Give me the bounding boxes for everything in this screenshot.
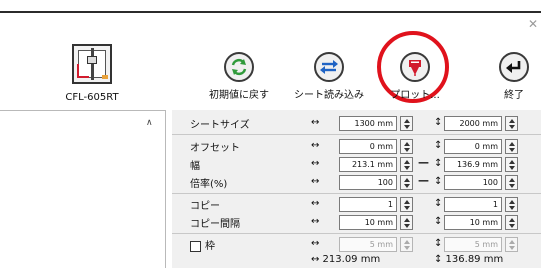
copy-spacing-x-input[interactable]: 10 mm — [339, 215, 397, 230]
copy-y-input[interactable]: 1 — [444, 197, 502, 212]
horizontal-arrow-icon: ↔ — [311, 117, 320, 128]
reset-defaults-button[interactable]: 初期値に戻す — [204, 52, 274, 101]
frame-checkbox[interactable]: 枠 — [190, 237, 215, 252]
sheet-size-label: シートサイズ — [190, 120, 250, 131]
row-divider — [172, 193, 541, 194]
frame-x-stepper[interactable] — [400, 237, 413, 252]
exit-button[interactable]: 終了 — [492, 52, 536, 101]
total-width-readout: ↔ 213.09 mm — [311, 254, 381, 265]
refresh-icon — [224, 52, 254, 82]
scroll-up-icon[interactable]: ∧ — [146, 118, 153, 128]
size-label: 幅 — [190, 161, 200, 172]
copy-x-stepper[interactable] — [400, 197, 413, 212]
scale-x-input[interactable]: 100 — [339, 175, 397, 190]
reset-defaults-label: 初期値に戻す — [209, 90, 269, 101]
copy-spacing-y-stepper[interactable] — [505, 215, 518, 230]
copy-spacing-label: コピー間隔 — [190, 219, 240, 230]
height-input[interactable]: 136.9 mm — [444, 157, 502, 172]
object-list-panel[interactable] — [0, 110, 166, 268]
plot-label: プロット... — [390, 90, 440, 101]
vertical-arrow-icon: ↕ — [434, 176, 443, 187]
vertical-arrow-icon: ↕ — [434, 117, 443, 128]
height-stepper[interactable] — [505, 157, 518, 172]
load-sheet-button[interactable]: シート読み込み — [287, 52, 371, 101]
row-divider — [172, 233, 541, 234]
sheet-height-stepper[interactable] — [505, 116, 518, 131]
offset-x-stepper[interactable] — [400, 139, 413, 154]
scale-y-stepper[interactable] — [505, 175, 518, 190]
window-top-border — [0, 11, 541, 13]
device-selector[interactable]: CFL-605RT — [64, 44, 120, 104]
frame-label: 枠 — [205, 241, 215, 252]
copy-x-input[interactable]: 1 — [339, 197, 397, 212]
load-sheet-label: シート読み込み — [294, 90, 364, 101]
row-divider — [172, 134, 541, 135]
width-stepper[interactable] — [400, 157, 413, 172]
frame-y-stepper[interactable] — [505, 237, 518, 252]
horizontal-arrow-icon: ↔ — [311, 238, 320, 249]
horizontal-arrow-icon: ↔ — [311, 216, 320, 227]
horizontal-arrow-icon: ↔ — [311, 140, 320, 151]
sheet-width-input[interactable]: 1300 mm — [339, 116, 397, 131]
plot-button[interactable]: プロット... — [390, 52, 440, 101]
vertical-arrow-icon: ↕ — [434, 216, 443, 227]
aspect-link-icon[interactable]: — — [418, 156, 429, 169]
vertical-arrow-icon: ↕ — [434, 198, 443, 209]
offset-y-input[interactable]: 0 mm — [444, 139, 502, 154]
swap-arrows-icon — [314, 52, 344, 82]
scale-link-icon[interactable]: — — [418, 174, 429, 187]
horizontal-arrow-icon: ↔ — [311, 158, 320, 169]
frame-y-input[interactable]: 5 mm — [444, 237, 502, 252]
offset-y-stepper[interactable] — [505, 139, 518, 154]
vertical-arrow-icon: ↕ — [434, 158, 443, 169]
width-input[interactable]: 213.1 mm — [339, 157, 397, 172]
close-icon[interactable]: ✕ — [528, 18, 538, 30]
sheet-height-input[interactable]: 2000 mm — [444, 116, 502, 131]
scale-label: 倍率(%) — [190, 179, 228, 190]
exit-label: 終了 — [504, 90, 524, 101]
total-height-readout: ↕ 136.89 mm — [434, 254, 504, 265]
device-model-label: CFL-605RT — [65, 92, 119, 103]
copy-label: コピー — [190, 201, 220, 212]
frame-x-input[interactable]: 5 mm — [339, 237, 397, 252]
scale-y-input[interactable]: 100 — [444, 175, 502, 190]
offset-x-input[interactable]: 0 mm — [339, 139, 397, 154]
plotter-pen-icon — [400, 52, 430, 82]
plotter-device-icon — [72, 44, 112, 84]
vertical-arrow-icon: ↕ — [434, 140, 443, 151]
copy-spacing-x-stepper[interactable] — [400, 215, 413, 230]
return-arrow-icon — [499, 52, 529, 82]
horizontal-arrow-icon: ↔ — [311, 176, 320, 187]
vertical-arrow-icon: ↕ — [434, 238, 443, 249]
offset-label: オフセット — [190, 143, 240, 154]
scale-x-stepper[interactable] — [400, 175, 413, 190]
horizontal-arrow-icon: ↔ — [311, 198, 320, 209]
sheet-width-stepper[interactable] — [400, 116, 413, 131]
copy-y-stepper[interactable] — [505, 197, 518, 212]
copy-spacing-y-input[interactable]: 10 mm — [444, 215, 502, 230]
frame-checkbox-box[interactable] — [190, 240, 201, 252]
